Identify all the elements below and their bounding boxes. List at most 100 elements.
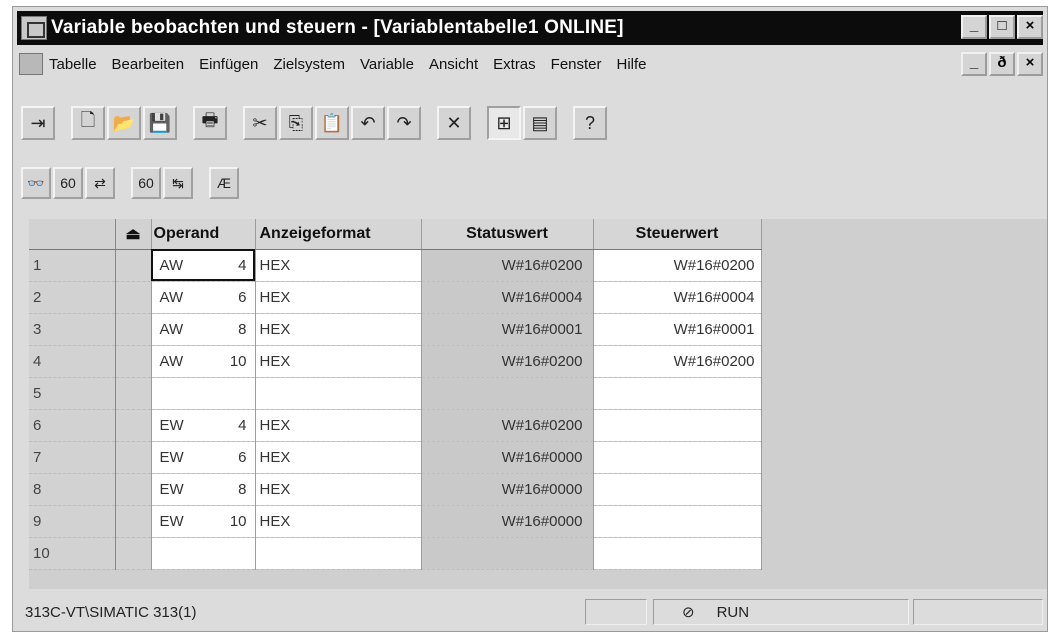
row-number[interactable]: 8 [29, 473, 116, 506]
row-number[interactable]: 6 [29, 409, 116, 442]
row-number[interactable]: 9 [29, 505, 116, 538]
control-value-cell[interactable]: W#16#0001 [593, 313, 762, 346]
operand-cell[interactable]: AW 10 [151, 345, 256, 378]
control-value-cell[interactable] [593, 441, 762, 474]
table-row[interactable]: 4 AW 10 HEX W#16#0200 W#16#0200 [29, 345, 762, 378]
trigger-icon[interactable]: 60 [131, 167, 161, 199]
format-cell[interactable]: HEX [255, 409, 422, 442]
status-panel-end [913, 599, 1043, 625]
operand-cell[interactable]: AW 8 [151, 313, 256, 346]
format-cell[interactable]: HEX [255, 249, 422, 282]
status-value-cell: W#16#0200 [421, 249, 594, 282]
operand-address: 10 [229, 352, 247, 370]
menu-extras[interactable]: Extras [493, 56, 536, 73]
menu-variable[interactable]: Variable [360, 56, 414, 73]
format-cell[interactable]: HEX [255, 281, 422, 314]
status-icon[interactable]: Æ [209, 167, 239, 199]
control-value-cell[interactable]: W#16#0004 [593, 281, 762, 314]
col-header-operand[interactable]: Operand [151, 219, 256, 250]
observe-icon[interactable]: 👓 [21, 167, 51, 199]
menu-bearbeiten[interactable]: Bearbeiten [112, 56, 185, 73]
child-close-button[interactable]: × [1017, 52, 1043, 76]
force-icon[interactable]: ↹ [163, 167, 193, 199]
operand-cell[interactable] [151, 537, 256, 570]
table-row[interactable]: 8 EW 8 HEX W#16#0000 [29, 473, 762, 506]
control-value-cell[interactable] [593, 409, 762, 442]
undo-icon[interactable]: ↶ [351, 106, 385, 140]
row-number[interactable]: 2 [29, 281, 116, 314]
control-value-cell[interactable]: W#16#0200 [593, 249, 762, 282]
copy-icon[interactable]: ⎘ [279, 106, 313, 140]
cut-icon[interactable]: ✂ [243, 106, 277, 140]
row-number[interactable]: 1 [29, 249, 116, 282]
table-row[interactable]: 5 [29, 377, 762, 410]
table-row[interactable]: 7 EW 6 HEX W#16#0000 [29, 441, 762, 474]
format-cell[interactable] [255, 537, 422, 570]
control-value-cell[interactable] [593, 473, 762, 506]
format-cell[interactable] [255, 377, 422, 410]
menu-zielsystem[interactable]: Zielsystem [273, 56, 345, 73]
row-number[interactable]: 4 [29, 345, 116, 378]
print-icon[interactable]: 🖶 [193, 106, 227, 140]
operand-cell[interactable]: EW 8 [151, 473, 256, 506]
operand-cell[interactable]: AW 4 [151, 249, 256, 282]
online-icon[interactable]: ⊞ [487, 106, 521, 140]
new-icon[interactable]: 🗋 [71, 106, 105, 140]
control-icon[interactable]: 60 [53, 167, 83, 199]
table-row[interactable]: 9 EW 10 HEX W#16#0000 [29, 505, 762, 538]
paste-icon[interactable]: 📋 [315, 106, 349, 140]
sort-icon[interactable]: ⏏ [115, 219, 152, 250]
control-value-cell[interactable] [593, 537, 762, 570]
document-menu-icon[interactable] [19, 53, 43, 75]
operand-cell[interactable]: AW 6 [151, 281, 256, 314]
table-row[interactable]: 10 [29, 537, 762, 570]
operand-cell[interactable] [151, 377, 256, 410]
format-cell[interactable]: HEX [255, 505, 422, 538]
operand-cell[interactable]: EW 4 [151, 409, 256, 442]
format-cell[interactable]: HEX [255, 441, 422, 474]
table-row[interactable]: 2 AW 6 HEX W#16#0004 W#16#0004 [29, 281, 762, 314]
pin-icon[interactable]: ⇥ [21, 106, 55, 140]
row-number[interactable]: 10 [29, 537, 116, 570]
row-marker [115, 249, 152, 282]
monitor-icon[interactable]: ▤ [523, 106, 557, 140]
redo-icon[interactable]: ↷ [387, 106, 421, 140]
save-icon[interactable]: 💾 [143, 106, 177, 140]
table-row[interactable]: 6 EW 4 HEX W#16#0200 [29, 409, 762, 442]
row-number[interactable]: 7 [29, 441, 116, 474]
operand-cell[interactable]: EW 10 [151, 505, 256, 538]
maximize-button[interactable]: □ [989, 15, 1015, 39]
app-icon[interactable] [21, 16, 47, 40]
col-header-statuswert[interactable]: Statuswert [421, 219, 594, 250]
row-marker [115, 345, 152, 378]
menu-fenster[interactable]: Fenster [551, 56, 602, 73]
control-value-cell[interactable] [593, 377, 762, 410]
status-value-cell [421, 377, 594, 410]
format-cell[interactable]: HEX [255, 313, 422, 346]
row-number[interactable]: 5 [29, 377, 116, 410]
col-header-anzeigeformat[interactable]: Anzeigeformat [255, 219, 422, 250]
menu-hilfe[interactable]: Hilfe [617, 56, 647, 73]
row-number[interactable]: 3 [29, 313, 116, 346]
table-row[interactable]: 3 AW 8 HEX W#16#0001 W#16#0001 [29, 313, 762, 346]
child-minimize-button[interactable]: _ [961, 52, 987, 76]
control-value-cell[interactable]: W#16#0200 [593, 345, 762, 378]
child-restore-button[interactable]: ð [989, 52, 1015, 76]
open-icon[interactable]: 📂 [107, 106, 141, 140]
menu-tabelle[interactable]: Tabelle [49, 56, 97, 73]
control-value-cell[interactable] [593, 505, 762, 538]
menu-einfuegen[interactable]: Einfügen [199, 56, 258, 73]
help-icon[interactable]: ? [573, 106, 607, 140]
table-row[interactable]: 1 AW 4 HEX W#16#0200 W#16#0200 [29, 249, 762, 282]
operand-cell[interactable]: EW 6 [151, 441, 256, 474]
activate-icon[interactable]: ⇄ [85, 167, 115, 199]
format-cell[interactable]: HEX [255, 473, 422, 506]
close-button[interactable]: × [1017, 15, 1043, 39]
col-header-steuerwert[interactable]: Steuerwert [593, 219, 762, 250]
menu-ansicht[interactable]: Ansicht [429, 56, 478, 73]
delete-icon[interactable]: ✕ [437, 106, 471, 140]
minimize-button[interactable]: _ [961, 15, 987, 39]
app-window: Variable beobachten und steuern - [Varia… [12, 6, 1048, 632]
status-value-cell: W#16#0001 [421, 313, 594, 346]
format-cell[interactable]: HEX [255, 345, 422, 378]
